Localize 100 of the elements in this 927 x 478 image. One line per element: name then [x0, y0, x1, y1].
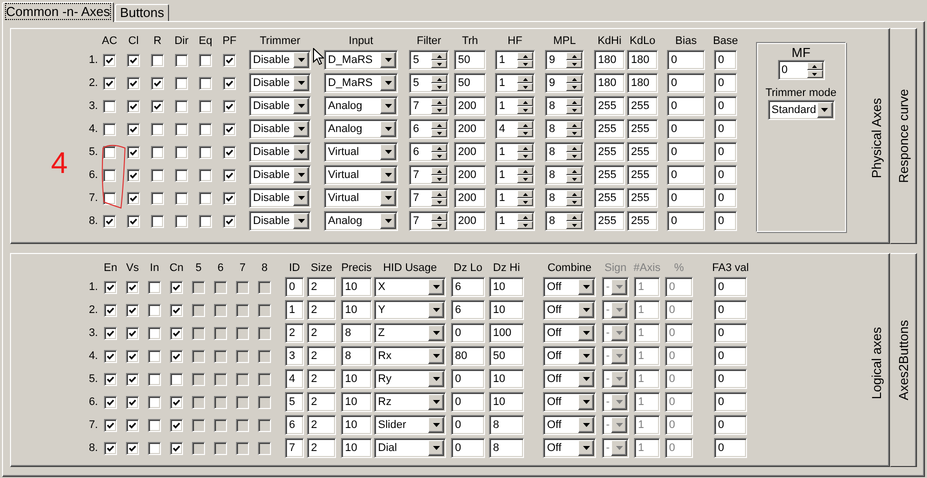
spin-up-button[interactable]: [431, 213, 447, 221]
text-field[interactable]: 0: [714, 323, 747, 343]
spin-box[interactable]: 8: [545, 188, 584, 208]
checkbox[interactable]: [127, 54, 140, 66]
spin-box[interactable]: 7: [409, 211, 449, 231]
dropdown[interactable]: -: [602, 438, 629, 458]
checkbox[interactable]: [104, 372, 117, 386]
text-field[interactable]: 2: [307, 392, 336, 412]
spin-down-button[interactable]: [566, 83, 582, 91]
text-field[interactable]: 255: [627, 188, 658, 208]
checkbox[interactable]: [104, 396, 117, 408]
text-field[interactable]: 180: [627, 73, 658, 93]
text-field[interactable]: 2: [307, 369, 336, 389]
text-field[interactable]: 0: [667, 73, 705, 93]
text-field[interactable]: 0: [665, 346, 693, 366]
spin-down-button[interactable]: [566, 198, 582, 206]
spin-box[interactable]: 8: [545, 119, 584, 139]
dropdown[interactable]: Z: [374, 323, 446, 343]
text-field[interactable]: 0: [714, 142, 737, 162]
checkbox[interactable]: [127, 146, 140, 158]
spin-up-button[interactable]: [517, 190, 533, 198]
text-field[interactable]: 0: [451, 438, 485, 458]
text-field[interactable]: 0: [714, 277, 747, 297]
text-field[interactable]: 2: [307, 415, 336, 435]
checkbox[interactable]: [170, 304, 183, 316]
spin-down-button[interactable]: [566, 60, 582, 68]
spin-up-button[interactable]: [566, 167, 582, 175]
text-field[interactable]: 255: [594, 142, 625, 162]
spin-box[interactable]: 1: [495, 73, 535, 93]
text-field[interactable]: 0: [285, 277, 304, 297]
text-field[interactable]: 0: [665, 392, 693, 412]
checkbox[interactable]: [170, 350, 183, 362]
text-field[interactable]: 10: [489, 369, 524, 389]
dropdown[interactable]: Virtual: [324, 188, 398, 208]
spin-up-button[interactable]: [566, 98, 582, 106]
spin-box[interactable]: 4: [495, 119, 535, 139]
text-field[interactable]: 1: [634, 392, 660, 412]
spin-up-button[interactable]: [431, 121, 447, 129]
checkbox[interactable]: [175, 100, 188, 112]
checkbox[interactable]: [148, 304, 161, 316]
checkbox[interactable]: [170, 442, 183, 454]
dropdown[interactable]: Ry: [374, 369, 446, 389]
text-field[interactable]: 180: [594, 73, 625, 93]
checkbox[interactable]: [126, 372, 139, 386]
dropdown[interactable]: Slider: [374, 415, 446, 435]
text-field[interactable]: 2: [285, 323, 304, 343]
checkbox[interactable]: [104, 280, 117, 294]
text-field[interactable]: 3: [285, 346, 304, 366]
text-field[interactable]: 0: [665, 300, 693, 320]
text-field[interactable]: 10: [341, 392, 372, 412]
text-field[interactable]: 8: [341, 323, 372, 343]
checkbox[interactable]: [103, 100, 116, 112]
text-field[interactable]: 10: [341, 415, 372, 435]
text-field[interactable]: 255: [627, 119, 658, 139]
text-field[interactable]: 10: [341, 300, 372, 320]
text-field[interactable]: 50: [489, 346, 524, 366]
text-field[interactable]: 255: [594, 211, 625, 231]
spin-up-button[interactable]: [517, 75, 533, 83]
checkbox[interactable]: [199, 214, 212, 228]
spin-up-button[interactable]: [431, 98, 447, 106]
checkbox[interactable]: [104, 418, 117, 432]
text-field[interactable]: 0: [667, 119, 705, 139]
text-field[interactable]: 200: [454, 96, 486, 116]
checkbox[interactable]: [104, 442, 117, 454]
checkbox[interactable]: [223, 146, 236, 158]
checkbox[interactable]: [127, 214, 140, 228]
dropdown[interactable]: Rz: [374, 392, 446, 412]
spin-up-button[interactable]: [566, 213, 582, 221]
spin-up-button[interactable]: [566, 121, 582, 129]
tab[interactable]: Buttons: [115, 4, 170, 21]
dropdown[interactable]: Off: [543, 277, 596, 297]
spin-down-button[interactable]: [431, 152, 447, 160]
checkbox[interactable]: [103, 122, 116, 136]
dropdown[interactable]: Disable: [249, 165, 311, 185]
dropdown[interactable]: Off: [543, 346, 596, 366]
text-field[interactable]: 255: [594, 96, 625, 116]
checkbox[interactable]: [223, 192, 236, 204]
dropdown[interactable]: Disable: [249, 50, 311, 70]
side-tab[interactable]: Responce curve: [890, 28, 917, 244]
spin-box[interactable]: 7: [409, 165, 449, 185]
spin-down-button[interactable]: [517, 175, 533, 183]
text-field[interactable]: 0: [665, 438, 693, 458]
text-field[interactable]: 0: [667, 165, 705, 185]
dropdown[interactable]: Disable: [249, 96, 311, 116]
dropdown[interactable]: Analog: [324, 96, 398, 116]
text-field[interactable]: 0: [714, 165, 737, 185]
spin-down-button[interactable]: [566, 129, 582, 137]
checkbox[interactable]: [148, 350, 161, 362]
dropdown[interactable]: -: [602, 392, 629, 412]
spin-box[interactable]: 1: [495, 188, 535, 208]
text-field[interactable]: 0: [451, 323, 485, 343]
checkbox[interactable]: [103, 192, 116, 204]
checkbox[interactable]: [103, 168, 116, 182]
checkbox[interactable]: [223, 76, 236, 90]
text-field[interactable]: 1: [634, 369, 660, 389]
dropdown[interactable]: Off: [543, 300, 596, 320]
checkbox[interactable]: [104, 304, 117, 316]
spin-up-button[interactable]: [566, 190, 582, 198]
checkbox[interactable]: [148, 372, 161, 386]
spin-box[interactable]: 8: [545, 96, 584, 116]
